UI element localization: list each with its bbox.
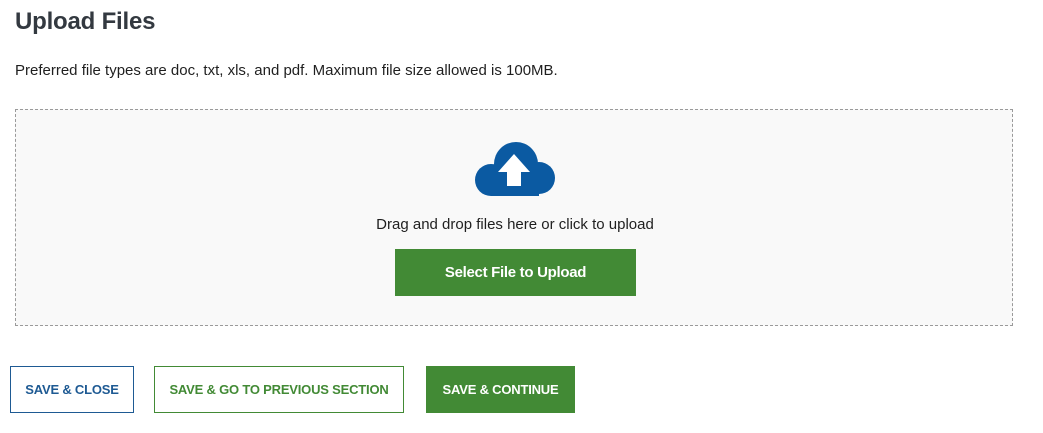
- save-and-continue-button[interactable]: SAVE & CONTINUE: [426, 366, 575, 413]
- file-requirements-text: Preferred file types are doc, txt, xls, …: [15, 62, 558, 79]
- save-and-previous-button[interactable]: SAVE & GO TO PREVIOUS SECTION: [154, 366, 404, 413]
- select-file-button[interactable]: Select File to Upload: [395, 249, 636, 296]
- drop-instructions: Drag and drop files here or click to upl…: [376, 216, 654, 233]
- page-title: Upload Files: [15, 8, 156, 35]
- upload-files-page: Upload Files Preferred file types are do…: [0, 0, 1043, 433]
- save-and-close-button[interactable]: SAVE & CLOSE: [10, 366, 134, 413]
- cloud-upload-icon: [475, 142, 555, 196]
